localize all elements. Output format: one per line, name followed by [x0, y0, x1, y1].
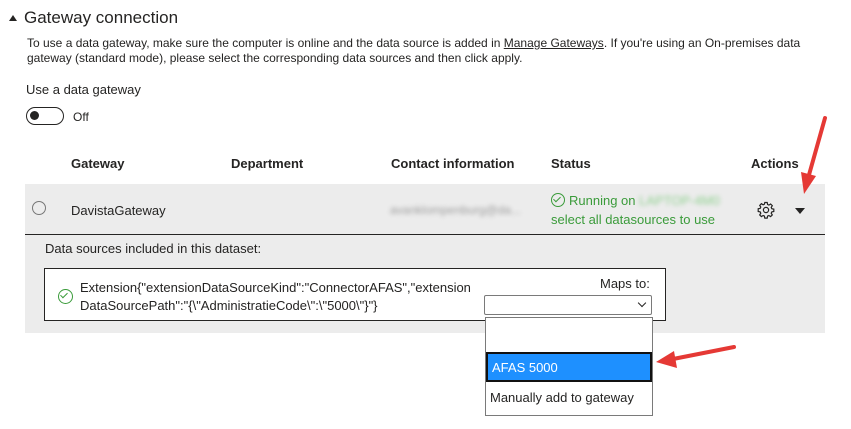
expand-caret-button[interactable]: [793, 206, 807, 216]
intro-text: To use a data gateway, make sure the com…: [27, 36, 817, 66]
collapse-triangle-icon[interactable]: [9, 15, 17, 21]
contact-info: avanklompenburg@da...: [390, 203, 521, 217]
intro-part1: To use a data gateway, make sure the com…: [27, 36, 504, 50]
status-machine: LAPTOP-4M0: [639, 193, 720, 208]
datasource-check-icon: [58, 289, 73, 304]
dropdown-option-afas-5000[interactable]: AFAS 5000: [486, 352, 652, 382]
gear-icon[interactable]: [757, 201, 775, 219]
annotation-arrow-left: [656, 345, 736, 368]
gateway-name: DavistaGateway: [71, 203, 166, 218]
section-title: Gateway connection: [24, 8, 179, 27]
toggle-state-label: Off: [73, 110, 89, 124]
status-select-all[interactable]: select all datasources to use: [551, 212, 715, 227]
check-circle-icon: [551, 193, 565, 207]
header-status: Status: [551, 156, 591, 171]
maps-to-label: Maps to:: [600, 276, 650, 291]
maps-to-select[interactable]: [484, 295, 652, 315]
status-prefix: Running on: [569, 193, 636, 208]
use-gateway-toggle[interactable]: [26, 107, 64, 125]
chevron-down-icon: [637, 298, 647, 308]
toggle-knob: [30, 111, 39, 120]
header-gateway: Gateway: [71, 156, 125, 171]
manage-gateways-link[interactable]: Manage Gateways: [504, 36, 604, 50]
maps-to-dropdown-list: AFAS 5000 Manually add to gateway: [485, 317, 653, 416]
gateway-radio[interactable]: [32, 201, 46, 215]
header-actions: Actions: [751, 156, 799, 171]
use-gateway-label: Use a data gateway: [26, 82, 141, 97]
dropdown-option-manually-add[interactable]: Manually add to gateway: [486, 385, 652, 411]
dropdown-option-empty[interactable]: [486, 320, 652, 348]
datasources-label: Data sources included in this dataset:: [45, 241, 262, 256]
status-running: Running on LAPTOP-4M0: [551, 193, 720, 208]
header-department: Department: [231, 156, 304, 171]
annotation-arrow-down: [801, 116, 827, 194]
datasource-path: Extension{"extensionDataSourceKind":"Con…: [80, 280, 471, 313]
caret-down-icon: [795, 208, 805, 214]
header-contact: Contact information: [391, 156, 515, 171]
